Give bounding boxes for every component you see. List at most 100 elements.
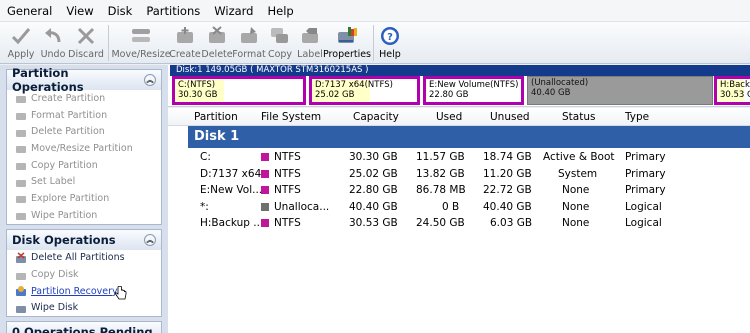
- partition-block-d[interactable]: D:7137 x64(NTFS) 25.02 GB: [309, 76, 420, 105]
- copy-button[interactable]: Copy: [265, 22, 295, 64]
- wipe-disk-icon: [15, 302, 27, 314]
- ntfs-swatch: [261, 186, 269, 194]
- partition-operations-title: Partition Operations: [12, 66, 84, 94]
- help-icon: ?: [379, 25, 401, 47]
- create-partition-icon: [15, 92, 27, 104]
- disk-row[interactable]: Disk 1: [188, 126, 750, 148]
- toolbar-separator: [373, 25, 374, 61]
- format-label: Format: [232, 49, 266, 60]
- delete-partition-item[interactable]: Delete Partition: [7, 123, 161, 140]
- create-label: Create: [169, 49, 201, 60]
- left-panel: Partition Operations ︽ Create Partition …: [0, 65, 168, 333]
- svg-text:?: ?: [387, 32, 393, 43]
- partition-table: Partition File System Capacity Used Unus…: [168, 108, 750, 333]
- delete-button[interactable]: Delete: [201, 22, 233, 64]
- wipe-disk-item[interactable]: Wipe Disk: [7, 300, 161, 317]
- table-row[interactable]: *: Unalloca... 40.40 GB 0 B 40.40 GB Non…: [168, 199, 750, 216]
- partition-block-h[interactable]: H:Backu 30.53 GB: [714, 76, 750, 105]
- discard-button[interactable]: Discard: [68, 22, 104, 64]
- unallocated-swatch: [261, 202, 269, 211]
- disk-operations-section: Disk Operations ︽ Delete All Partitions …: [6, 228, 162, 318]
- copy-label: Copy: [267, 49, 293, 60]
- label-button[interactable]: Label: [295, 22, 325, 64]
- discard-icon: [75, 25, 97, 47]
- explore-partition-item[interactable]: Explore Partition: [7, 190, 161, 207]
- menu-disk[interactable]: Disk: [101, 0, 140, 22]
- delete-all-partitions-icon: [15, 252, 27, 264]
- partition-block-c[interactable]: C:(NTFS) 30.30 GB: [172, 76, 306, 105]
- properties-label: Properties: [323, 49, 372, 60]
- column-used[interactable]: Used: [436, 111, 462, 123]
- label-icon: [299, 25, 321, 47]
- collapse-icon[interactable]: ︽: [144, 74, 156, 86]
- copy-disk-item[interactable]: Copy Disk: [7, 266, 161, 283]
- column-partition[interactable]: Partition: [194, 111, 238, 123]
- move-resize-icon: [130, 25, 152, 47]
- toolbar-separator: [108, 25, 109, 61]
- delete-all-partitions-item[interactable]: Delete All Partitions: [7, 250, 161, 267]
- format-button[interactable]: Format: [232, 22, 266, 64]
- undo-icon: [42, 25, 64, 47]
- ntfs-swatch: [261, 153, 269, 161]
- column-type[interactable]: Type: [625, 111, 649, 123]
- apply-button[interactable]: Apply: [4, 22, 38, 64]
- toolbar: Apply Undo Discard Move/Resize Create De…: [0, 22, 750, 64]
- properties-button[interactable]: Properties: [323, 22, 372, 64]
- disk-caption: Disk:1 149.05GB ( MAXTOR STM3160215AS ): [170, 65, 750, 76]
- format-partition-item[interactable]: Format Partition: [7, 107, 161, 124]
- explore-partition-icon: [15, 192, 27, 204]
- move-resize-label: Move/Resize: [111, 49, 171, 60]
- wipe-partition-item[interactable]: Wipe Partition: [7, 207, 161, 224]
- wipe-partition-icon: [15, 209, 27, 221]
- collapse-icon[interactable]: ︽: [144, 233, 156, 246]
- column-status[interactable]: Status: [562, 111, 595, 123]
- partition-block-unallocated[interactable]: (Unallocated) 40.40 GB: [527, 76, 713, 105]
- format-icon: [238, 25, 260, 47]
- set-label-icon: [15, 176, 27, 188]
- partition-block-e[interactable]: E:New Volume(NTFS) 22.80 GB: [423, 76, 524, 105]
- table-row[interactable]: E:New Vol... NTFS 22.80 GB 86.78 MB 22.7…: [168, 182, 750, 199]
- copy-icon: [269, 25, 291, 47]
- delete-icon: [206, 25, 228, 47]
- ntfs-swatch: [261, 219, 269, 227]
- delete-partition-icon: [15, 126, 27, 138]
- label-label: Label: [297, 49, 323, 60]
- table-row[interactable]: H:Backup ... NTFS 30.53 GB 24.50 GB 6.03…: [168, 215, 750, 232]
- copy-partition-icon: [15, 159, 27, 171]
- column-file-system[interactable]: File System: [261, 111, 321, 123]
- menu-general[interactable]: General: [0, 0, 59, 22]
- hand-cursor-icon: [115, 285, 127, 303]
- create-button[interactable]: Create: [169, 22, 201, 64]
- partition-recovery-item[interactable]: Partition Recovery: [7, 283, 161, 300]
- column-capacity[interactable]: Capacity: [353, 111, 399, 123]
- column-unused[interactable]: Unused: [490, 111, 530, 123]
- disk-operations-header[interactable]: Disk Operations ︽: [7, 229, 161, 250]
- discard-label: Discard: [68, 49, 104, 60]
- disk-map: Disk:1 149.05GB ( MAXTOR STM3160215AS ) …: [168, 65, 750, 107]
- used-fill: [426, 79, 427, 102]
- table-row[interactable]: D:7137 x64 NTFS 25.02 GB 13.82 GB 11.20 …: [168, 166, 750, 183]
- operations-pending-header[interactable]: 0 Operations Pending: [6, 321, 162, 333]
- create-icon: [174, 25, 196, 47]
- copy-partition-item[interactable]: Copy Partition: [7, 157, 161, 174]
- table-row[interactable]: C: NTFS 30.30 GB 11.57 GB 18.74 GB Activ…: [168, 149, 750, 166]
- partition-operations-header[interactable]: Partition Operations ︽: [7, 66, 161, 94]
- help-label: Help: [379, 49, 401, 60]
- menu-view[interactable]: View: [59, 0, 100, 22]
- menu-wizard[interactable]: Wizard: [207, 0, 260, 22]
- apply-label: Apply: [7, 49, 35, 60]
- set-label-item[interactable]: Set Label: [7, 173, 161, 190]
- move-resize-partition-icon: [15, 142, 27, 154]
- undo-label: Undo: [40, 49, 66, 60]
- help-button[interactable]: ? Help: [378, 22, 402, 64]
- move-resize-partition-item[interactable]: Move/Resize Partition: [7, 140, 161, 157]
- menu-help[interactable]: Help: [260, 0, 300, 22]
- menu-bar: General View Disk Partitions Wizard Help: [0, 0, 750, 22]
- apply-icon: [10, 25, 32, 47]
- properties-icon: [336, 25, 358, 47]
- disk-operations-title: Disk Operations: [12, 232, 116, 247]
- undo-button[interactable]: Undo: [38, 22, 68, 64]
- menu-partitions[interactable]: Partitions: [139, 0, 207, 22]
- copy-disk-icon: [15, 269, 27, 281]
- move-resize-button[interactable]: Move/Resize: [111, 22, 171, 64]
